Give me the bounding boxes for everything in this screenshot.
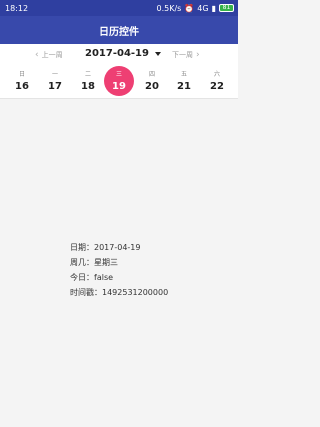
next-week-button[interactable]: 下一周 › xyxy=(172,50,200,60)
signal-label: 4G xyxy=(197,3,209,13)
day-cell-mon[interactable]: 一 17 xyxy=(40,66,70,96)
dropdown-caret-icon xyxy=(154,51,161,56)
day-number: 22 xyxy=(210,81,224,92)
weekday-label: 二 xyxy=(84,71,91,78)
day-number: 19 xyxy=(112,81,126,92)
page-title: 日历控件 xyxy=(99,26,139,38)
weekday-label: 四 xyxy=(148,71,155,78)
day-cell-sun[interactable]: 日 16 xyxy=(7,66,37,96)
chevron-right-icon: › xyxy=(196,50,200,60)
weekday-label: 六 xyxy=(213,71,220,78)
day-cell-wed-selected[interactable]: 三 19 xyxy=(104,66,134,96)
next-week-label: 下一周 xyxy=(172,51,193,59)
selected-date-info: 日期：2017-04-19 周几：星期三 今日：false 时间戳：149253… xyxy=(70,240,168,300)
week-days: 日 16 一 17 二 18 三 19 四 20 五 21 六 22 xyxy=(6,66,232,98)
app-bar: 日历控件 xyxy=(0,16,238,44)
signal-icon: ▮ xyxy=(211,3,216,13)
day-cell-tue[interactable]: 二 18 xyxy=(73,66,103,96)
day-cell-sat[interactable]: 六 22 xyxy=(202,66,232,96)
chevron-left-icon: ‹ xyxy=(35,50,39,60)
prev-week-label: 上一周 xyxy=(41,51,63,59)
weekday-label: 日 xyxy=(18,71,25,78)
day-number: 17 xyxy=(48,81,62,92)
status-indicators: 0.5K/s ⏰ 4G ▮ 81 xyxy=(156,4,234,13)
network-speed: 0.5K/s xyxy=(156,3,182,13)
weekday-label: 一 xyxy=(51,71,58,78)
alarm-icon: ⏰ xyxy=(184,3,195,13)
day-number: 16 xyxy=(15,81,29,92)
day-cell-thu[interactable]: 四 20 xyxy=(137,66,167,96)
info-date: 日期：2017-04-19 xyxy=(70,243,141,252)
week-calendar: ‹ 上一周 2017-04-19 下一周 › 日 16 一 17 二 18 三 … xyxy=(0,44,238,99)
info-weekday: 周几：星期三 xyxy=(70,258,118,267)
status-time: 18:12 xyxy=(5,3,29,13)
date-selector[interactable]: 2017-04-19 xyxy=(85,48,161,59)
day-number: 21 xyxy=(177,81,191,92)
battery-icon: 81 xyxy=(219,4,234,12)
battery-level: 81 xyxy=(222,4,231,11)
week-nav: ‹ 上一周 2017-04-19 下一周 › xyxy=(0,44,238,66)
weekday-label: 三 xyxy=(115,71,122,78)
info-today: 今日：false xyxy=(70,273,114,282)
weekday-label: 五 xyxy=(180,71,187,78)
info-timestamp: 时间戳：1492531200000 xyxy=(70,288,169,297)
prev-week-button[interactable]: ‹ 上一周 xyxy=(35,50,63,60)
current-date: 2017-04-19 xyxy=(85,48,149,59)
status-bar: 18:12 0.5K/s ⏰ 4G ▮ 81 xyxy=(0,0,238,16)
day-number: 20 xyxy=(145,81,159,92)
day-cell-fri[interactable]: 五 21 xyxy=(169,66,199,96)
day-number: 18 xyxy=(81,81,95,92)
